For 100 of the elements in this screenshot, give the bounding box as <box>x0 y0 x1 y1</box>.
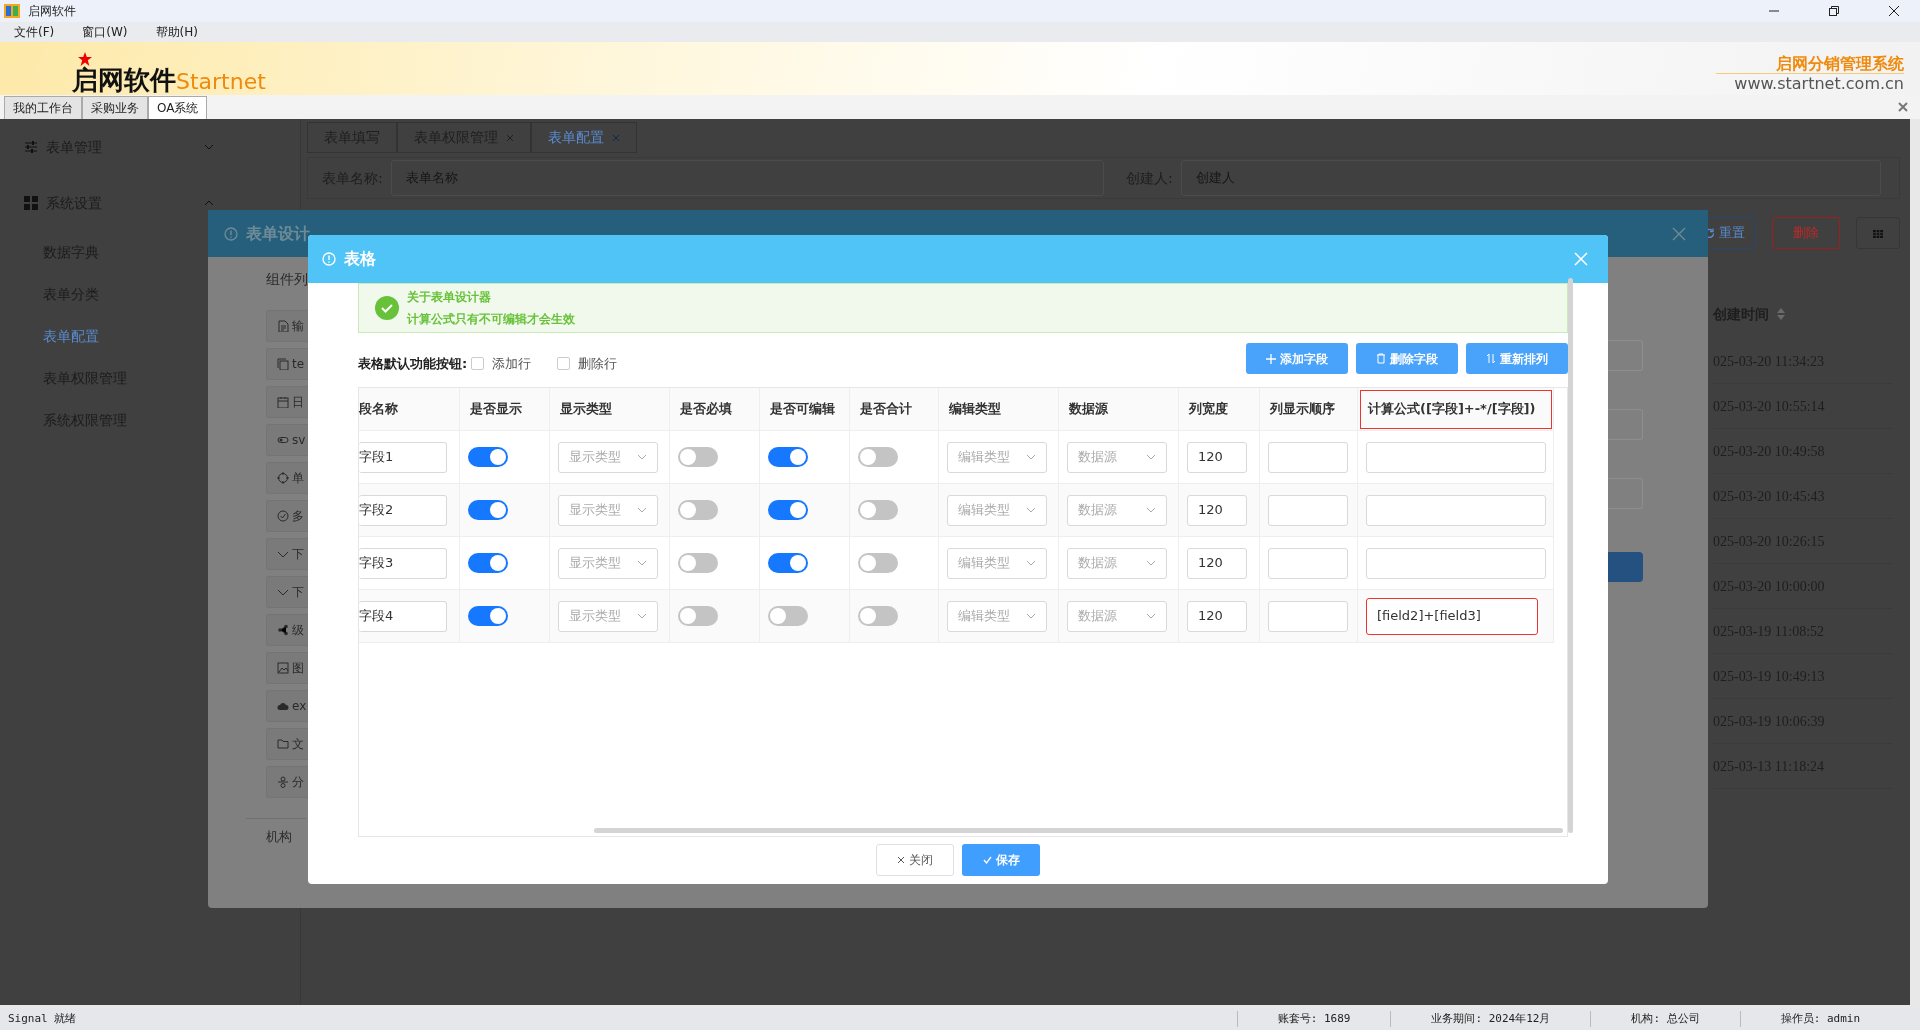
toggle-switch[interactable] <box>858 553 898 573</box>
menu-item[interactable]: 文件(F) <box>0 23 69 41</box>
image-icon <box>277 662 289 674</box>
input-field[interactable]: [field2]+[field3] <box>1366 597 1538 635</box>
menu-item[interactable]: 窗口(W) <box>68 23 142 41</box>
select-field[interactable]: 显示类型 <box>558 547 658 579</box>
grid-icon <box>24 196 38 210</box>
column-header: 列显示顺序 <box>1260 388 1358 431</box>
logo-latin-text: Startnet <box>176 68 266 95</box>
scrollbar[interactable] <box>1568 278 1573 833</box>
checkbox[interactable]: 删除行 <box>557 353 618 374</box>
reorder-button[interactable]: 重新排列 <box>1466 343 1568 374</box>
toggle-switch[interactable] <box>678 606 718 626</box>
check-circle-icon <box>375 296 399 320</box>
component-item[interactable]: 下 <box>266 538 308 570</box>
component-item[interactable]: sv <box>266 424 308 456</box>
alert-text: 计算公式只有不可编辑才会生效 <box>407 311 575 328</box>
window-title: 启网软件 <box>28 3 76 20</box>
toggle-switch[interactable] <box>768 606 808 626</box>
menu-item[interactable]: 帮助(H) <box>141 23 212 41</box>
select-field[interactable]: 数据源 <box>1067 600 1167 632</box>
toggle-switch[interactable] <box>678 447 718 467</box>
toggle-switch[interactable] <box>468 553 508 573</box>
trash-icon <box>1376 353 1386 364</box>
toggle-switch[interactable] <box>678 500 718 520</box>
column-header: 计算公式([字段]+-*/[字段]) <box>1358 388 1554 431</box>
plus-icon <box>1266 353 1276 364</box>
component-item[interactable]: ex <box>266 690 308 722</box>
toggle-switch[interactable] <box>468 500 508 520</box>
select-field[interactable]: 显示类型 <box>558 494 658 526</box>
column-header: 数据源 <box>1059 388 1179 431</box>
module-tab[interactable]: OA系统 <box>148 96 208 119</box>
close-button[interactable]: 关闭 <box>876 844 954 876</box>
column-header: 是否必填 <box>670 388 760 431</box>
component-item[interactable]: 多 <box>266 500 308 532</box>
component-item[interactable]: 输 <box>266 310 308 342</box>
add-field-button[interactable]: 添加字段 <box>1246 343 1348 374</box>
select-field[interactable]: 数据源 <box>1067 494 1167 526</box>
select-field[interactable]: 数据源 <box>1067 441 1167 473</box>
input-field[interactable]: 字段3 <box>359 547 447 579</box>
component-item[interactable]: te <box>266 348 308 380</box>
component-item[interactable]: 级 <box>266 614 308 646</box>
copy-icon <box>277 358 289 370</box>
module-tab[interactable]: 我的工作台 <box>4 96 82 119</box>
close-icon[interactable] <box>1888 5 1900 17</box>
select-field[interactable]: 编辑类型 <box>947 441 1047 473</box>
select-field[interactable]: 编辑类型 <box>947 547 1047 579</box>
toggle-switch[interactable] <box>768 447 808 467</box>
toggle-switch[interactable] <box>468 606 508 626</box>
sort-icon[interactable] <box>1777 308 1785 320</box>
component-item[interactable]: 图 <box>266 652 308 684</box>
toggle-switch[interactable] <box>858 606 898 626</box>
chevron-down-icon <box>1146 613 1156 619</box>
divider-icon <box>277 776 289 788</box>
calendar-icon <box>277 396 289 408</box>
chevron-down-icon <box>637 613 647 619</box>
toggle-switch[interactable] <box>768 500 808 520</box>
input-field[interactable]: 120 <box>1187 441 1247 473</box>
status-text: 业务期间: 2024年12月 <box>1431 1011 1551 1025</box>
delete-field-button[interactable]: 删除字段 <box>1356 343 1458 374</box>
toggle-switch[interactable] <box>468 447 508 467</box>
logo-text: 启网软件 <box>72 66 176 95</box>
component-item[interactable]: 日 <box>266 386 308 418</box>
toggle-switch[interactable] <box>768 553 808 573</box>
select-field[interactable]: 显示类型 <box>558 441 658 473</box>
select-field[interactable]: 编辑类型 <box>947 494 1047 526</box>
cloud-icon <box>277 700 289 712</box>
component-item[interactable]: 单 <box>266 462 308 494</box>
select-field[interactable]: 编辑类型 <box>947 600 1047 632</box>
field-label: 机构 <box>266 828 293 846</box>
toggle-switch[interactable] <box>858 500 898 520</box>
share-icon <box>277 624 289 636</box>
delete-button[interactable]: 删除 <box>1772 217 1840 249</box>
input-field[interactable]: 字段4 <box>359 600 447 632</box>
select-field[interactable]: 数据源 <box>1067 547 1167 579</box>
checkbox[interactable]: 添加行 <box>471 353 532 374</box>
input-field[interactable]: 字段2 <box>359 494 447 526</box>
status-text: 机构: 总公司 <box>1631 1011 1700 1025</box>
save-button[interactable]: 保存 <box>962 844 1040 876</box>
toggle-switch[interactable] <box>678 553 718 573</box>
panel-header: 组件列 <box>266 270 308 289</box>
button[interactable] <box>1608 552 1643 582</box>
scrollbar[interactable] <box>594 828 1563 833</box>
component-item[interactable]: 下 <box>266 576 308 608</box>
component-item[interactable]: 分 <box>266 766 308 798</box>
column-settings-button[interactable] <box>1856 217 1900 249</box>
page-tab[interactable]: 表单配置 <box>531 122 637 153</box>
restore-icon[interactable] <box>1828 5 1840 17</box>
column-header: 是否显示 <box>460 388 550 431</box>
crosshair-icon <box>277 472 289 484</box>
sliders-icon <box>24 140 38 154</box>
input-field[interactable]: 120 <box>1187 494 1247 526</box>
component-item[interactable]: 文 <box>266 728 308 760</box>
select-field[interactable]: 显示类型 <box>558 600 658 632</box>
input-field[interactable]: 120 <box>1187 600 1247 632</box>
input-field[interactable]: 字段1 <box>359 441 447 473</box>
input-field[interactable]: 120 <box>1187 547 1247 579</box>
column-header: 是否合计 <box>850 388 939 431</box>
module-tab[interactable]: 采购业务 <box>82 96 148 119</box>
toggle-switch[interactable] <box>858 447 898 467</box>
